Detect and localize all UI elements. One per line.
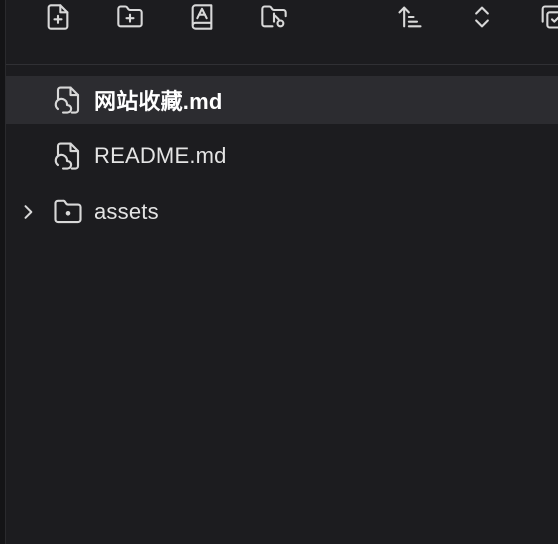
sort-order-button[interactable]: [394, 0, 426, 34]
file-plus-icon: [47, 4, 69, 30]
new-note-button[interactable]: [42, 0, 74, 34]
reveal-active-file-button[interactable]: [258, 0, 290, 34]
folder-search-icon: [261, 5, 287, 28]
chevron-right-icon[interactable]: [18, 202, 38, 222]
file-name: 网站收藏.md: [94, 89, 223, 114]
file-explorer-pane: 网站收藏.md README.md assets: [0, 0, 558, 544]
more-button[interactable]: [536, 0, 558, 34]
sort-ascending-icon: [398, 6, 422, 28]
folder-icon: [52, 196, 84, 228]
folder-name: assets: [94, 199, 159, 224]
cloud-file-icon: [52, 84, 84, 116]
file-name: README.md: [94, 143, 227, 168]
folder-plus-icon: [117, 5, 143, 28]
change-sort-button[interactable]: [186, 0, 218, 34]
file-item-readme[interactable]: README.md: [6, 132, 558, 180]
file-tree: 网站收藏.md README.md assets: [6, 76, 558, 244]
file-item-website-bookmarks[interactable]: 网站收藏.md: [6, 76, 558, 124]
new-folder-button[interactable]: [114, 0, 146, 34]
cloud-file-icon: [52, 140, 84, 172]
explorer-toolbar: [6, 0, 558, 65]
collapse-expand-all-button[interactable]: [466, 0, 498, 34]
copy-folder-icon: [541, 5, 558, 29]
folder-item-assets[interactable]: assets: [6, 188, 558, 236]
book-a-icon: [191, 4, 213, 30]
chevrons-up-down-icon: [475, 6, 489, 28]
